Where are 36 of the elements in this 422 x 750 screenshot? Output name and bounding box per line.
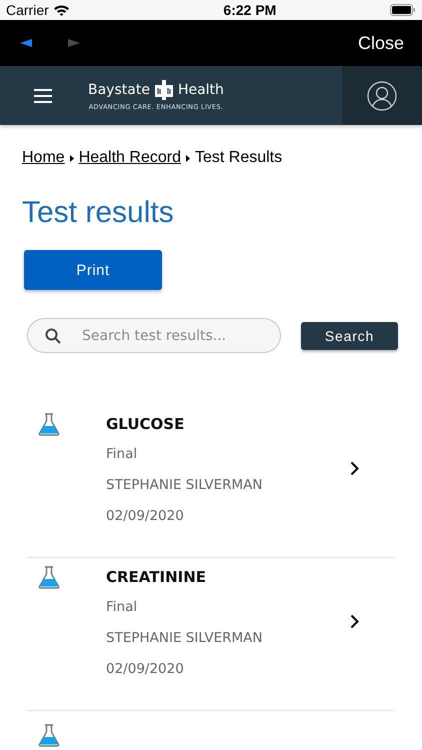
carrier-label: Carrier bbox=[6, 2, 49, 18]
breadcrumb-link[interactable]: Health Record bbox=[78, 149, 181, 167]
search-field[interactable]: Search test results... bbox=[27, 318, 281, 353]
breadcrumb-link[interactable]: Home bbox=[22, 149, 65, 167]
result-date: 02/09/2020 bbox=[106, 508, 185, 526]
account-icon[interactable] bbox=[367, 80, 397, 110]
result-row[interactable]: CREATININE Final STEPHANIE SILVERMAN 02/09/2020 bbox=[27, 558, 395, 711]
flask-icon bbox=[38, 724, 60, 747]
breadcrumb-current: Test Results bbox=[194, 149, 282, 167]
chevron-right-icon bbox=[350, 461, 359, 476]
flask-icon bbox=[38, 566, 60, 589]
result-name: GLUCOSE bbox=[106, 415, 186, 435]
page-title: Test results bbox=[22, 196, 175, 230]
result-row[interactable]: GLUCOSE Final STEPHANIE SILVERMAN 02/09/2020 bbox=[27, 405, 395, 558]
result-name: CREATININE bbox=[106, 568, 207, 588]
search-icon bbox=[45, 328, 61, 344]
brand-name: Baystate bbox=[88, 82, 150, 98]
result-status: Final bbox=[106, 446, 138, 464]
brand-name: Health bbox=[178, 82, 224, 98]
provider-name: STEPHANIE SILVERMAN bbox=[106, 630, 264, 648]
separator-icon bbox=[186, 154, 190, 162]
menu-icon[interactable] bbox=[34, 88, 52, 102]
result-status: Final bbox=[106, 599, 138, 617]
back-icon[interactable] bbox=[20, 39, 32, 47]
wifi-icon bbox=[52, 4, 70, 16]
chevron-right-icon bbox=[350, 614, 359, 629]
separator-icon bbox=[70, 154, 74, 162]
battery-icon bbox=[390, 4, 416, 16]
search-button[interactable]: Search bbox=[301, 322, 398, 350]
provider-name: STEPHANIE SILVERMAN bbox=[106, 477, 264, 495]
flask-icon bbox=[38, 413, 60, 436]
close-button[interactable]: Close bbox=[358, 32, 404, 54]
logo-icon bbox=[154, 80, 173, 100]
print-button[interactable]: Print bbox=[24, 250, 162, 290]
clock-time: 6:22 PM bbox=[223, 2, 276, 18]
result-date: 02/09/2020 bbox=[106, 661, 185, 679]
